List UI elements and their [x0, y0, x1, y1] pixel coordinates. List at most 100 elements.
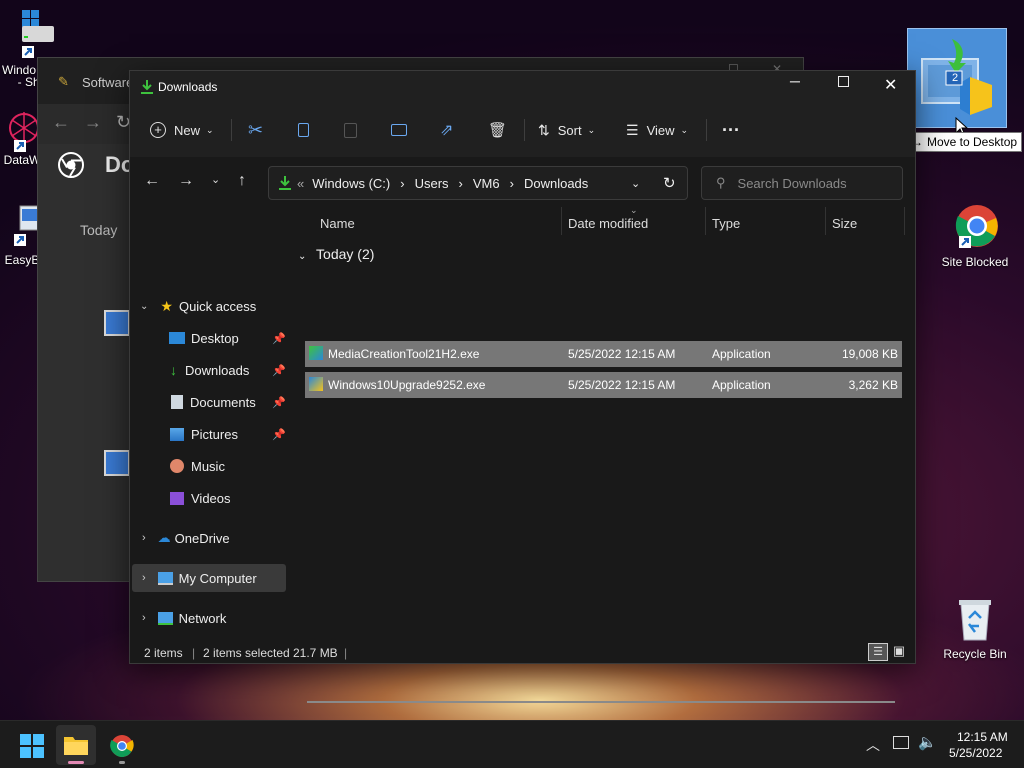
desktop-icon-recycle-bin[interactable]: Recycle Bin	[940, 596, 1010, 661]
breadcrumb-drive[interactable]: Windows (C:)	[312, 176, 390, 191]
nav-desktop[interactable]: Desktop 📌	[132, 324, 286, 352]
nav-documents[interactable]: Documents 📌	[132, 388, 286, 416]
back-button[interactable]: ←	[144, 172, 160, 190]
taskbar-file-explorer[interactable]	[56, 725, 96, 765]
file-explorer-window[interactable]: Downloads ─ ✕ + New ⌄ ✂ ⇗ 🗑 ⇅ Sort ⌄ ☰ V…	[129, 70, 916, 703]
pin-icon[interactable]: 📌	[272, 396, 286, 409]
back-icon[interactable]: ←	[52, 112, 70, 133]
chevron-right-icon: ›	[509, 175, 514, 191]
paste-button[interactable]	[344, 103, 357, 157]
clock-date[interactable]: 5/25/2022	[949, 746, 1002, 760]
rename-button[interactable]	[391, 103, 407, 157]
show-hidden-icons-chevron-icon[interactable]: ︿	[866, 735, 880, 755]
breadcrumb-users[interactable]: Users	[415, 176, 449, 191]
downloads-folder-icon	[141, 80, 153, 94]
file-row[interactable]: MediaCreationTool21H2.exe 5/25/2022 12:1…	[305, 341, 902, 367]
details-view-button[interactable]: ☰	[868, 643, 888, 661]
volume-icon[interactable]: 🔈	[918, 733, 937, 751]
paste-icon	[344, 122, 357, 138]
more-button[interactable]: ···	[722, 103, 740, 157]
taskbar-chrome[interactable]	[102, 725, 142, 765]
installer-icon	[309, 346, 323, 360]
address-dropdown-icon[interactable]: ⌄	[631, 177, 640, 190]
chevron-down-icon: ⌄	[680, 124, 689, 135]
nav-my-computer[interactable]: › My Computer	[132, 564, 286, 592]
nav-pictures[interactable]: Pictures 📌	[132, 420, 286, 448]
close-button[interactable]: ✕	[884, 75, 897, 95]
column-header: Name Date modified ⌄ Type Size	[290, 205, 915, 239]
nav-label: Downloads	[185, 362, 250, 378]
file-icon	[104, 450, 130, 476]
group-header[interactable]: ⌄ Today (2)	[298, 246, 374, 262]
copy-icon	[298, 123, 309, 137]
view-button[interactable]: ☰ View ⌄	[626, 103, 688, 157]
start-button-windows-icon[interactable]	[20, 734, 44, 758]
folder-icon	[64, 737, 88, 755]
file-size: 3,262 KB	[848, 378, 898, 392]
column-date-modified[interactable]: Date modified	[568, 216, 648, 231]
search-box[interactable]: ⚲ Search Downloads	[701, 166, 903, 200]
chrome-icon	[955, 205, 998, 248]
recent-locations-button[interactable]: ⌄	[211, 173, 220, 186]
refresh-icon[interactable]: ↻	[663, 174, 676, 192]
download-arrow-icon: ↓	[170, 362, 177, 378]
command-bar: + New ⌄ ✂ ⇗ 🗑 ⇅ Sort ⌄ ☰ View ⌄ ···	[130, 103, 915, 158]
forward-icon[interactable]: →	[84, 112, 102, 133]
file-row[interactable]: Windows10Upgrade9252.exe 5/25/2022 12:15…	[305, 372, 902, 398]
up-button[interactable]: ↑	[238, 172, 246, 190]
nav-label: Desktop	[191, 330, 239, 346]
nav-downloads[interactable]: ↓ Downloads 📌	[132, 356, 286, 384]
column-name[interactable]: Name	[320, 216, 355, 231]
expand-chevron-icon: ›	[142, 532, 146, 544]
pin-icon[interactable]: 📌	[272, 428, 286, 441]
drag-tooltip: → Move to Desktop	[906, 132, 1023, 152]
view-label: View	[646, 122, 675, 138]
active-indicator	[68, 761, 84, 764]
nav-label: Pictures	[191, 426, 238, 442]
file-date: 5/25/2022 12:15 AM	[568, 347, 676, 361]
breadcrumb-overflow[interactable]: «	[297, 176, 304, 191]
sort-icon: ⇅	[538, 121, 550, 138]
address-bar[interactable]: « Windows (C:) › Users › VM6 › Downloads…	[268, 166, 688, 200]
horizontal-scrollbar[interactable]	[307, 701, 895, 703]
nav-network[interactable]: › Network	[132, 604, 286, 632]
new-label: New	[174, 122, 201, 138]
pin-icon[interactable]: 📌	[272, 364, 286, 377]
network-status-icon[interactable]	[893, 736, 909, 749]
collapse-chevron-icon: ⌄	[298, 251, 307, 262]
sort-label: Sort	[557, 122, 582, 138]
sort-button[interactable]: ⇅ Sort ⌄	[538, 103, 595, 157]
pin-icon[interactable]: 📌	[272, 332, 286, 345]
nav-music[interactable]: Music	[132, 452, 286, 480]
computer-icon	[14, 205, 41, 246]
desktop-icon-site-blocked[interactable]: Site Blocked	[938, 204, 1012, 269]
datawrapper-icon	[9, 112, 39, 152]
delete-button[interactable]: 🗑	[488, 103, 507, 157]
share-button[interactable]: ⇗	[440, 103, 453, 157]
breadcrumb-downloads[interactable]: Downloads	[524, 176, 588, 191]
forward-button[interactable]: →	[178, 172, 194, 190]
breadcrumb-vm6[interactable]: VM6	[473, 176, 500, 191]
clock-time[interactable]: 12:15 AM	[957, 730, 1008, 744]
column-size[interactable]: Size	[832, 216, 857, 231]
tiles-view-button[interactable]: ▣	[890, 643, 908, 659]
nav-label: OneDrive	[174, 530, 230, 546]
nav-quick-access[interactable]: ⌄ ★ Quick access	[132, 292, 286, 320]
copy-button[interactable]	[298, 103, 309, 157]
trash-icon: 🗑	[488, 122, 508, 139]
nav-videos[interactable]: Videos	[132, 484, 286, 512]
search-icon: ⚲	[716, 175, 726, 190]
file-type: Application	[712, 347, 771, 361]
chevron-down-icon: ⌄	[587, 124, 596, 135]
nav-onedrive[interactable]: › ☁ OneDrive	[132, 524, 286, 552]
scissors-icon: ✂	[248, 119, 264, 140]
minimize-button[interactable]: ─	[790, 73, 800, 89]
drag-count-badge: 2	[951, 72, 959, 84]
chevron-down-icon: ⌄	[206, 124, 214, 135]
maximize-button[interactable]	[838, 76, 849, 87]
column-type[interactable]: Type	[712, 216, 740, 231]
cut-button[interactable]: ✂	[248, 103, 263, 157]
nav-label: Documents	[190, 394, 256, 410]
new-button[interactable]: + New ⌄	[150, 103, 214, 157]
file-list: Name Date modified ⌄ Type Size ⌄ Today (…	[290, 205, 915, 703]
